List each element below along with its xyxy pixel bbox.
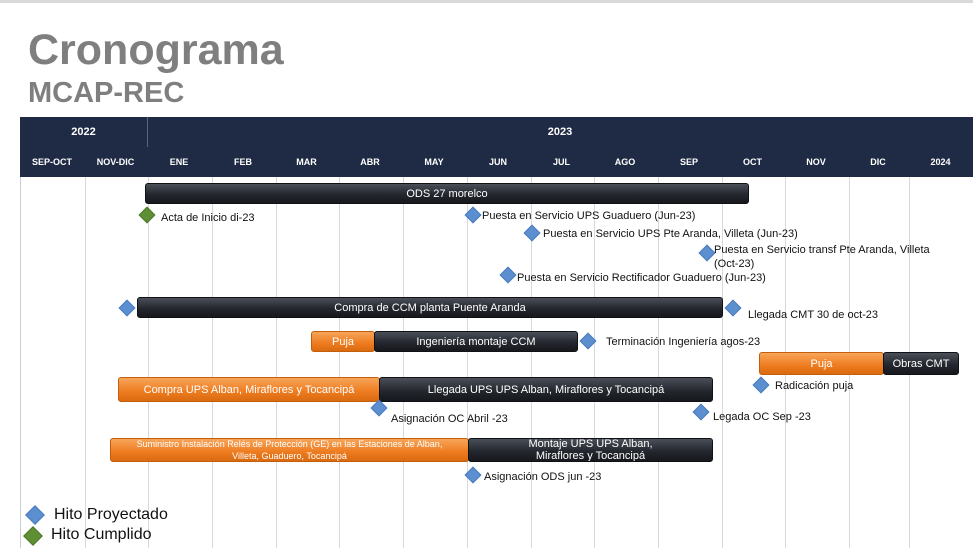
month-header-row: SEP-OCT NOV-DIC ENE FEB MAR ABR MAY JUN … (20, 147, 973, 177)
month-2024: 2024 (930, 157, 951, 167)
bar-ingenieria-ccm[interactable]: Ingeniería montaje CCM (374, 331, 578, 352)
bar-puja-ccm[interactable]: Puja (311, 331, 375, 352)
month-dic: DIC (870, 157, 886, 167)
month-nov-dic: NOV-DIC (96, 157, 135, 167)
milestone-label-transf-pte-aranda: Puesta en Servicio transf Pte Aranda, Vi… (714, 244, 930, 270)
milestone-label-terminacion-ingenieria: Terminación Ingeniería agos-23 (606, 336, 761, 348)
year-2022: 2022 (71, 126, 96, 138)
month-may: MAY (424, 157, 444, 167)
grid-line (403, 177, 404, 548)
bar-puja-cmt[interactable]: Puja (759, 352, 884, 375)
legend-completed-label: Hito Cumplido (51, 526, 152, 543)
bar-compra-ups[interactable]: Compra UPS Alban, Miraflores y Tocancipá (118, 377, 380, 402)
bar-montaje-ups[interactable]: Montaje UPS UPS Alban, Miraflores y Toca… (468, 438, 713, 462)
top-border (0, 0, 973, 3)
month-nov: NOV (806, 157, 826, 167)
bar-suministro-reles[interactable]: Suministro Instalación Relés de Protecci… (110, 438, 469, 462)
bar-llegada-ups[interactable]: Llegada UPS UPS Alban, Miraflores y Toca… (379, 377, 713, 402)
milestone-label-asignacion-ods: Asignación ODS jun -23 (484, 471, 602, 483)
grid-line (212, 177, 213, 548)
month-oct: OCT (743, 157, 762, 167)
milestone-label-rectificador: Puesta en Servicio Rectificador Guaduero… (517, 272, 766, 284)
bar-ods-morelco[interactable]: ODS 27 morelco (145, 183, 749, 204)
month-ene: ENE (169, 157, 189, 167)
milestone-label-llegada-cmt: Llegada CMT 30 de oct-23 (748, 309, 879, 321)
milestone-label-acta: Acta de Inicio di-23 (161, 212, 255, 224)
milestone-label-asignacion-oc: Asignación OC Abril -23 (391, 413, 508, 425)
month-ago: AGO (614, 157, 636, 167)
bar-obras-cmt[interactable]: Obras CMT (883, 352, 959, 375)
grid-line (85, 177, 86, 548)
grid-line (148, 177, 149, 548)
milestone-label-ups-pte-aranda: Puesta en Servicio UPS Pte Aranda, Ville… (543, 228, 798, 240)
milestone-label-radicacion: Radicación puja (775, 380, 854, 392)
month-sep: SEP (679, 157, 698, 167)
month-jul: JUL (552, 157, 570, 167)
month-jun: JUN (488, 157, 507, 167)
grid-line (276, 177, 277, 548)
milestone-label-ups-guaduero: Puesta en Servicio UPS Guaduero (Jun-23) (482, 210, 696, 222)
month-abr: ABR (360, 157, 380, 167)
page-title: Cronograma (28, 26, 284, 74)
grid-line (467, 177, 468, 548)
year-header-row: 2022 2023 (20, 117, 973, 147)
milestone-label-legada-oc: Legada OC Sep -23 (713, 411, 811, 423)
month-sep-oct: SEP-OCT (31, 157, 72, 167)
bar-compra-ccm[interactable]: Compra de CCM planta Puente Aranda (137, 297, 723, 318)
month-feb: FEB (234, 157, 252, 167)
legend-projected-label: Hito Proyectado (54, 506, 168, 523)
year-2023: 2023 (547, 126, 573, 138)
month-mar: MAR (296, 157, 317, 167)
grid-line (339, 177, 340, 548)
page-subtitle: MCAP-REC (28, 77, 185, 109)
